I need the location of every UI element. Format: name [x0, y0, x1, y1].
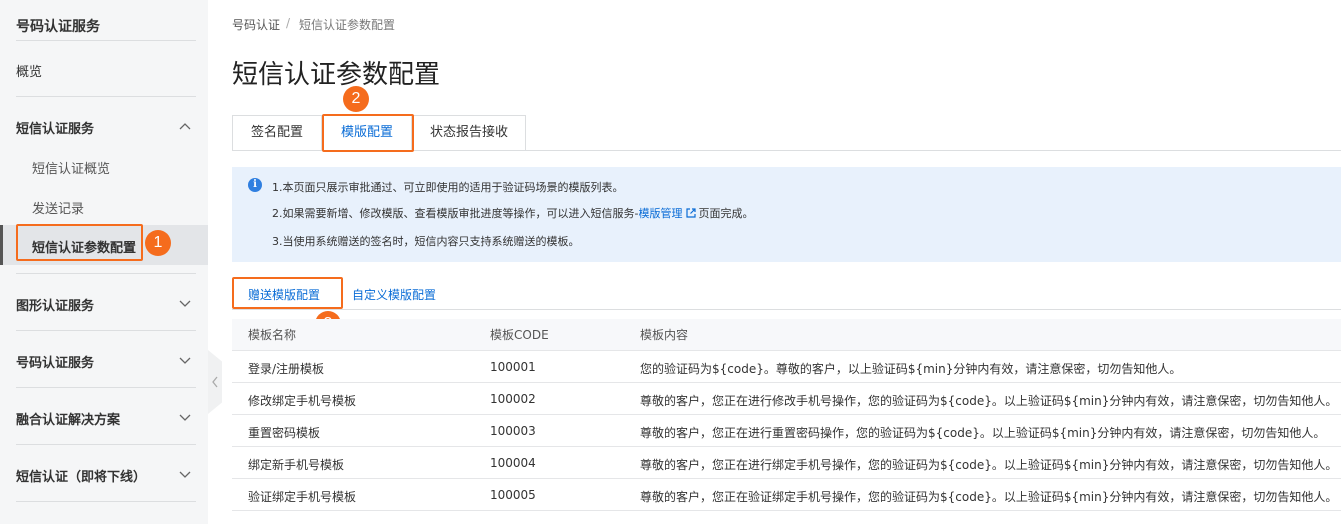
divider: [16, 387, 196, 388]
divider: [16, 330, 196, 331]
chevron-left-icon: [212, 376, 218, 388]
template-management-link[interactable]: 模版管理: [638, 207, 682, 220]
external-link-icon[interactable]: [686, 208, 697, 218]
table-row: 登录/注册模板 100001 您的验证码为${code}。尊敬的客户，以上验证码…: [232, 351, 1341, 383]
callout-badge-1: 1: [145, 230, 171, 256]
template-name: 登录/注册模板: [248, 362, 325, 376]
notice-line-1: 1.本页面只展示审批通过、可立即使用的适用于验证码场景的模版列表。: [272, 181, 624, 194]
notice-line-2: 2.如果需要新增、修改模版、查看模版审批进度等操作，可以进入短信服务-模版管理 页…: [272, 205, 753, 221]
sidebar-item-send-records[interactable]: 发送记录: [32, 198, 84, 217]
callout-highlight-3: [232, 277, 343, 309]
callout-highlight-1: [16, 224, 143, 261]
active-indicator: [0, 225, 3, 265]
template-content: 尊敬的客户，您正在进行重置密码操作，您的验证码为${code}。以上验证码${m…: [640, 426, 1326, 440]
template-code: 100001: [490, 360, 536, 374]
sidebar-title: 号码认证服务: [16, 19, 100, 35]
callout-highlight-2: [322, 114, 414, 152]
table-header: [232, 319, 1341, 351]
subtab-divider: [232, 309, 1341, 310]
sidebar-group-fusion[interactable]: 融合认证解决方案: [16, 409, 120, 428]
notice-line-2-suffix: 页面完成。: [698, 207, 754, 220]
table-row: 验证绑定手机号模板 100005 尊敬的客户，您正在验证绑定手机号操作，您的验证…: [232, 479, 1341, 511]
sidebar-collapse-handle[interactable]: [208, 350, 222, 414]
sidebar-item-sms-overview[interactable]: 短信认证概览: [32, 158, 110, 177]
divider: [16, 273, 196, 274]
subtab-custom-template[interactable]: 自定义模版配置: [352, 286, 436, 303]
template-code: 100002: [490, 392, 536, 406]
callout-badge-2: 2: [343, 86, 369, 112]
table-row: 重置密码模板 100003 尊敬的客户，您正在进行重置密码操作，您的验证码为${…: [232, 415, 1341, 447]
template-code: 100004: [490, 456, 536, 470]
column-header-code: 模板CODE: [490, 328, 549, 342]
template-content: 尊敬的客户，您正在进行绑定手机号操作，您的验证码为${code}。以上验证码${…: [640, 458, 1338, 472]
template-name: 修改绑定手机号模板: [248, 394, 357, 408]
table-row: 修改绑定手机号模板 100002 尊敬的客户，您正在进行修改手机号操作，您的验证…: [232, 383, 1341, 415]
divider: [16, 444, 196, 445]
tab-signature-config[interactable]: 签名配置: [232, 115, 322, 151]
breadcrumb-current: 短信认证参数配置: [299, 18, 396, 32]
chevron-down-icon[interactable]: [178, 410, 192, 424]
info-icon: i: [248, 178, 262, 192]
template-code: 100005: [490, 488, 536, 502]
sidebar-group-sms[interactable]: 短信认证服务: [16, 118, 94, 137]
sidebar-group-sms-legacy[interactable]: 短信认证（即将下线）: [16, 466, 146, 485]
tab-status-report[interactable]: 状态报告接收: [412, 115, 526, 151]
template-content: 尊敬的客户，您正在验证绑定手机号操作，您的验证码为${code}。以上验证码${…: [640, 490, 1338, 504]
chevron-down-icon[interactable]: [178, 467, 192, 481]
notice-line-2-prefix: 2.如果需要新增、修改模版、查看模版审批进度等操作，可以进入短信服务-: [272, 207, 639, 220]
divider: [16, 501, 196, 502]
template-name: 绑定新手机号模板: [248, 458, 345, 472]
template-name: 重置密码模板: [248, 426, 321, 440]
sidebar: 号码认证服务 概览 短信认证服务 短信认证概览 发送记录 短信认证参数配置 图形…: [0, 0, 208, 524]
sidebar-item-overview[interactable]: 概览: [16, 61, 42, 80]
breadcrumb-root[interactable]: 号码认证: [232, 16, 280, 33]
chevron-up-icon[interactable]: [178, 119, 192, 133]
sidebar-group-number-auth[interactable]: 号码认证服务: [16, 352, 94, 371]
page-title: 短信认证参数配置: [232, 60, 441, 90]
template-content: 尊敬的客户，您正在进行修改手机号操作，您的验证码为${code}。以上验证码${…: [640, 394, 1338, 408]
divider: [16, 96, 196, 97]
template-name: 验证绑定手机号模板: [248, 490, 357, 504]
breadcrumb-separator: /: [286, 16, 291, 30]
chevron-down-icon[interactable]: [178, 296, 192, 310]
template-content: 您的验证码为${code}。尊敬的客户，以上验证码${min}分钟内有效，请注意…: [640, 362, 1182, 376]
chevron-down-icon[interactable]: [178, 353, 192, 367]
divider: [16, 40, 196, 41]
notice-line-3: 3.当使用系统赠送的签名时，短信内容只支持系统赠送的模板。: [272, 235, 580, 248]
table-row: 绑定新手机号模板 100004 尊敬的客户，您正在进行绑定手机号操作，您的验证码…: [232, 447, 1341, 479]
column-header-name: 模板名称: [248, 328, 297, 342]
column-header-content: 模板内容: [640, 328, 689, 342]
template-code: 100003: [490, 424, 536, 438]
sidebar-group-captcha[interactable]: 图形认证服务: [16, 295, 94, 314]
